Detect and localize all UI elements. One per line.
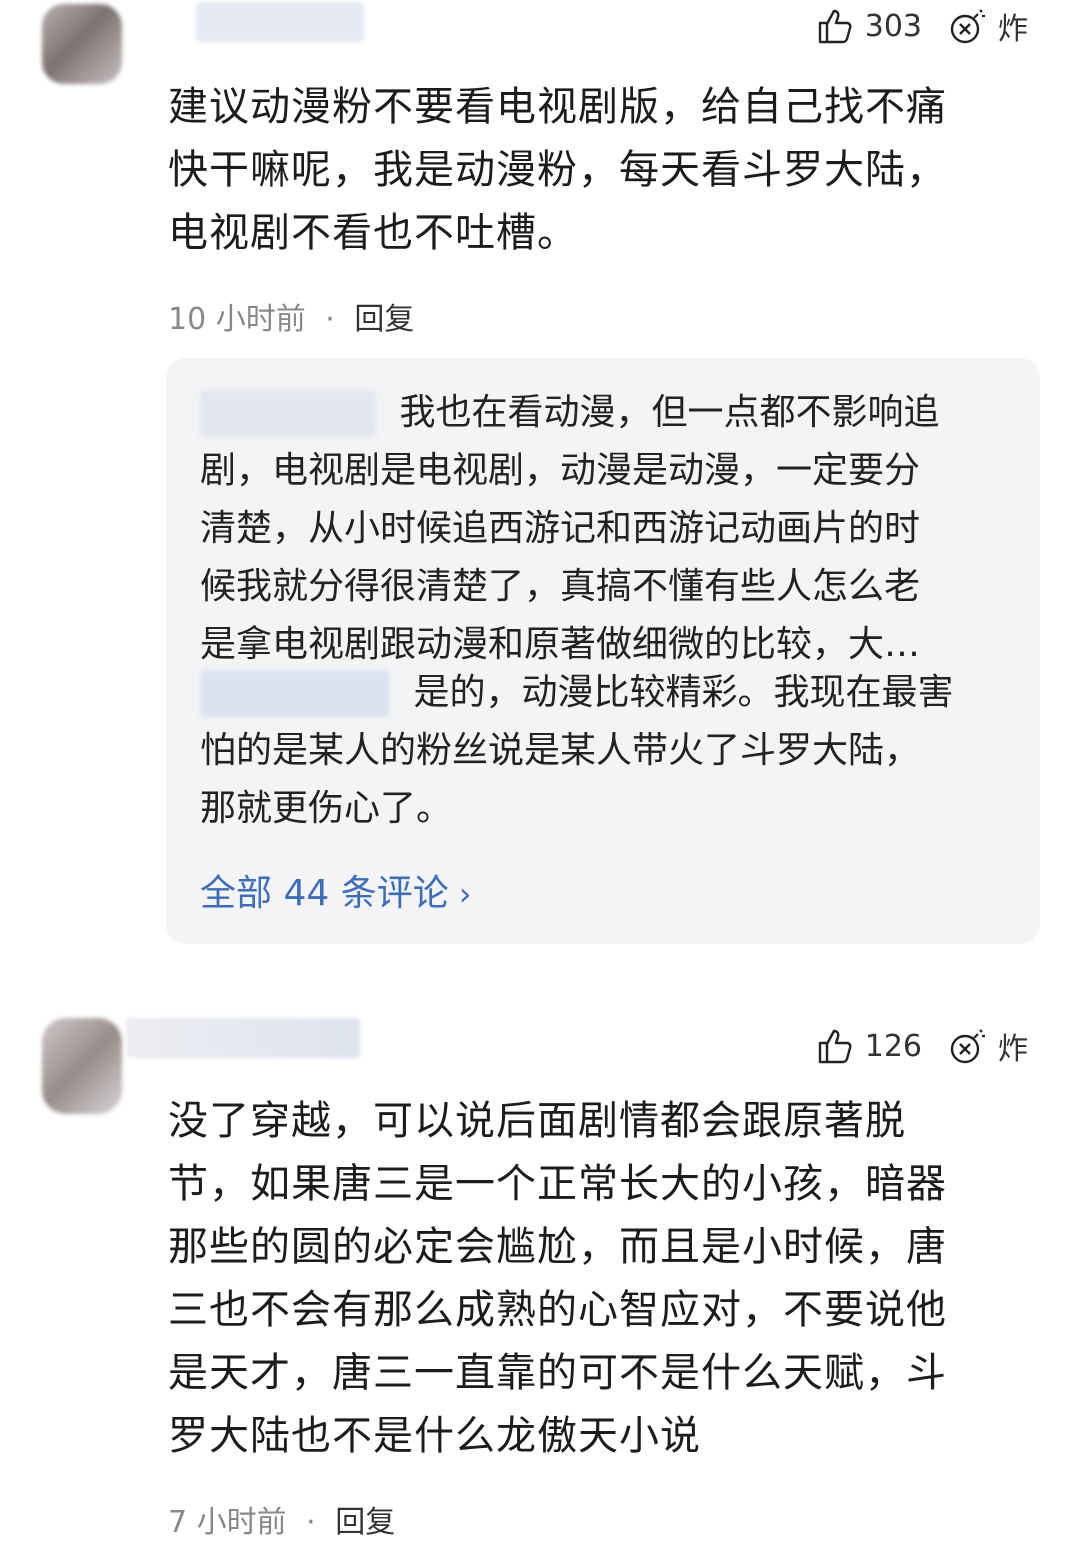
reply-line: 候我就分得很清楚了，真搞不懂有些人怎么老 [200,566,921,607]
bomb-button[interactable]: 炸 [948,4,1028,48]
reply-item[interactable]: 是的，动漫比较精彩。我现在最害 怕的是某人的粉丝说是某人带火了斗罗大陆， 那就更… [200,664,1000,838]
reply-button[interactable]: 回复 [335,1505,395,1540]
reply-line: 是的，动漫比较精彩。我现在最害 [413,672,954,713]
comment-actions: 303 炸 [815,4,1028,48]
reply-line: 怕的是某人的粉丝说是某人带火了斗罗大陆， [200,730,921,771]
comment-2: 126 炸 没了穿越，可以说后面剧情都会跟原著脱 节，如果唐三是一个正常长大的小… [0,1000,1080,1551]
timestamp: 7 小时前 [168,1505,287,1540]
comment-meta: 10 小时前 · 回复 [168,294,414,338]
view-all-label: 全部 44 条评论 [200,873,449,914]
chevron-right-icon: › [458,875,472,913]
avatar[interactable] [42,4,122,84]
replies-panel: 我也在看动漫，但一点都不影响追 剧，电视剧是电视剧，动漫是动漫，一定要分 清楚，… [166,358,1040,944]
comment-actions: 126 炸 [815,1024,1028,1068]
thumbs-up-icon [815,1026,855,1066]
avatar[interactable] [42,1018,122,1114]
comment-line: 没了穿越，可以说后面剧情都会跟原著脱 [168,1098,906,1144]
reply-line: 我也在看动漫，但一点都不影响追 [399,392,940,433]
like-button[interactable]: 303 [815,6,922,46]
like-count: 303 [864,8,922,44]
thumbs-up-icon [815,6,855,46]
like-count: 126 [864,1028,922,1064]
bomb-icon [948,6,988,46]
comment-line: 电视剧不看也不吐槽。 [168,210,578,256]
comment-1: 303 炸 建议动漫粉不要看电视剧版，给自己找不痛 快干嘛呢，我是动漫粉，每天看… [0,0,1080,345]
reply-line: 剧，电视剧是电视剧，动漫是动漫，一定要分 [200,450,921,491]
comment-line: 节，如果唐三是一个正常长大的小孩，暗器 [168,1161,947,1207]
comment-line: 罗大陆也不是什么龙傲天小说 [168,1413,701,1459]
comment-line: 那些的圆的必定会尴尬，而且是小时候，唐 [168,1224,947,1270]
meta-separator: · [325,302,335,337]
reply-button[interactable]: 回复 [354,302,414,337]
reply-username-blurred[interactable] [200,670,390,718]
reply-username-blurred[interactable] [200,390,376,438]
reply-first-line: 我也在看动漫，但一点都不影响追 [200,384,1000,442]
meta-separator: · [306,1505,316,1540]
comment-line: 快干嘛呢，我是动漫粉，每天看斗罗大陆， [168,147,947,193]
bomb-label: 炸 [998,1032,1028,1067]
bomb-icon [948,1026,988,1066]
username-blurred[interactable] [196,2,364,42]
bomb-button[interactable]: 炸 [948,1024,1028,1068]
username-blurred[interactable] [126,1018,360,1058]
comment-meta: 7 小时前 · 回复 [168,1497,395,1541]
timestamp: 10 小时前 [168,302,306,337]
comment-text: 没了穿越，可以说后面剧情都会跟原著脱 节，如果唐三是一个正常长大的小孩，暗器 那… [168,1090,1038,1468]
reply-first-line: 是的，动漫比较精彩。我现在最害 [200,664,1000,722]
reply-item[interactable]: 我也在看动漫，但一点都不影响追 剧，电视剧是电视剧，动漫是动漫，一定要分 清楚，… [200,384,1000,674]
view-all-comments-link[interactable]: 全部 44 条评论 › [200,864,472,916]
comment-line: 三也不会有那么成熟的心智应对，不要说他 [168,1287,947,1333]
like-button[interactable]: 126 [815,1026,922,1066]
reply-line: 清楚，从小时候追西游记和西游记动画片的时 [200,508,921,549]
bomb-label: 炸 [998,12,1028,47]
reply-line: 那就更伤心了。 [200,788,453,829]
comment-line: 建议动漫粉不要看电视剧版，给自己找不痛 [168,84,947,130]
comment-line: 是天才，唐三一直靠的可不是什么天赋，斗 [168,1350,947,1396]
comment-text: 建议动漫粉不要看电视剧版，给自己找不痛 快干嘛呢，我是动漫粉，每天看斗罗大陆， … [168,76,1038,265]
